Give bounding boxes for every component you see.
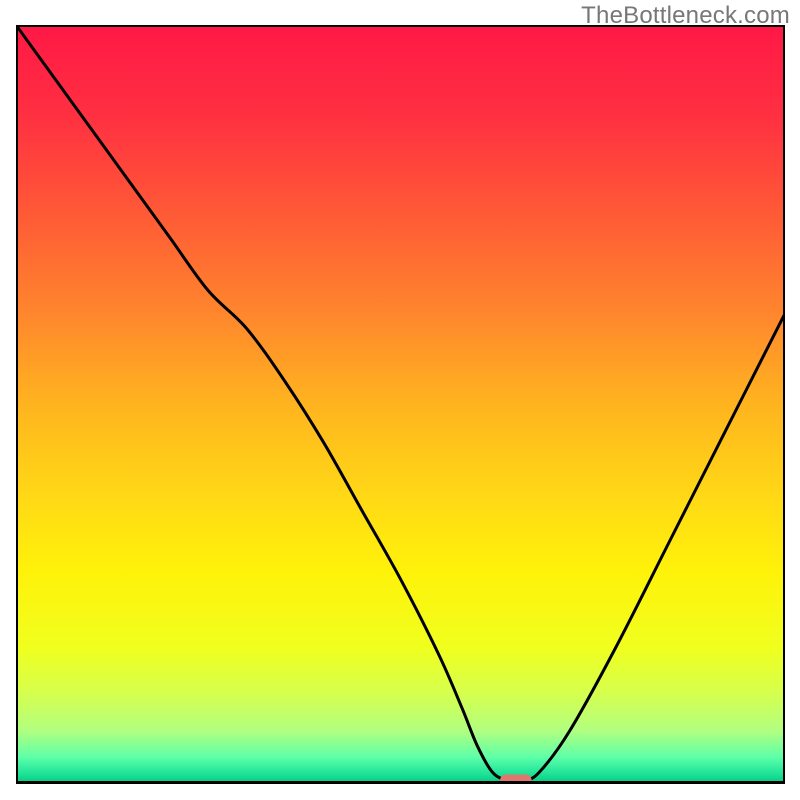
axis-left	[16, 25, 18, 784]
plot-area	[16, 25, 785, 784]
chart-canvas: TheBottleneck.com	[0, 0, 800, 800]
axis-bottom	[16, 781, 785, 784]
watermark-text: TheBottleneck.com	[581, 2, 790, 30]
axis-right	[783, 25, 785, 784]
optimal-marker	[16, 25, 785, 784]
